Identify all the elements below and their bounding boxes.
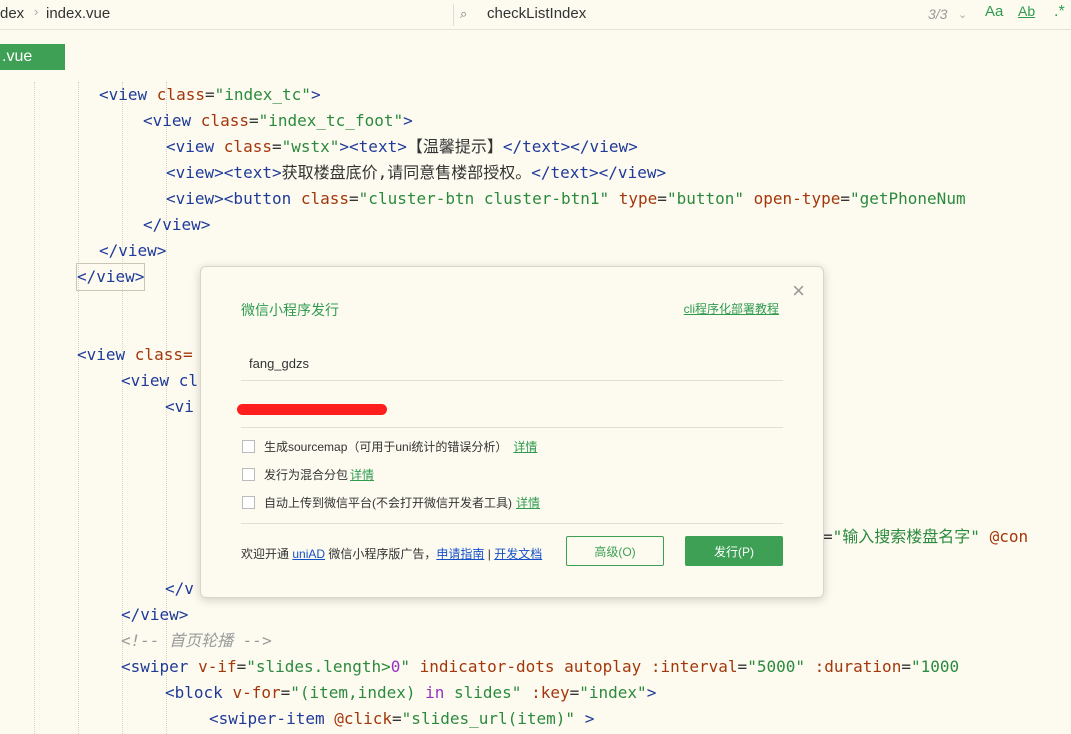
breadcrumb-file[interactable]: index.vue (46, 5, 110, 22)
match-case-icon[interactable]: Aa (985, 3, 1003, 20)
publish-button[interactable]: 发行(P) (685, 536, 783, 566)
code-line: ="输入搜索楼盘名字" @con (823, 527, 1029, 546)
code-line: <swiper v-if="slides.length>0" indicator… (121, 657, 960, 676)
code-line: </view> (143, 215, 211, 234)
indent-guide (34, 82, 35, 734)
option-mixed-subpackage[interactable]: 发行为混合分包 详情 (242, 467, 374, 483)
code-line: <!-- 首页轮播 --> (121, 631, 272, 650)
code-line: <view class="wstx"><text>【温馨提示】</text></… (166, 137, 638, 156)
chevron-down-icon[interactable]: ⌄ (958, 8, 967, 21)
code-line: <vi (165, 397, 194, 416)
code-line: <block v-for="(item,index) in slides" :k… (165, 683, 657, 702)
chevron-right-icon: › (34, 4, 39, 19)
breadcrumb-symbol[interactable]: checkListIndex (487, 5, 586, 22)
option-label: 自动上传到微信平台(不会打开微信开发者工具) (264, 496, 512, 510)
uniad-link[interactable]: uniAD (292, 547, 325, 561)
code-line: <swiper-item @click="slides_url(item)" > (209, 709, 595, 728)
appid-field[interactable]: fang_gdzs (241, 347, 783, 381)
code-line: <view class="index_tc_foot"> (143, 111, 413, 130)
code-line: </v (165, 579, 194, 598)
match-word-icon[interactable]: Ab (1018, 3, 1035, 19)
code-line: <view class= (77, 345, 193, 364)
code-line: </view> (121, 605, 189, 624)
footer-notice: 欢迎开通 uniAD 微信小程序版广告，申请指南 | 开发文档 (241, 545, 542, 562)
redaction-mark (237, 404, 387, 415)
option-label: 发行为混合分包 (264, 468, 349, 482)
close-icon[interactable]: × (792, 280, 805, 302)
search-match-count: 3/3 (928, 6, 948, 22)
code-line: </view> (99, 241, 167, 260)
checkbox[interactable] (242, 440, 255, 453)
option-sourcemap[interactable]: 生成sourcemap（可用于uni统计的错误分析） 详情 (242, 439, 537, 455)
footer-text: 微信小程序版广告， (325, 547, 437, 561)
checkbox[interactable] (242, 496, 255, 509)
code-line: </view> (75, 263, 146, 291)
details-link[interactable]: 详情 (350, 468, 374, 482)
advanced-button[interactable]: 高级(O) (566, 536, 664, 566)
cli-deploy-tutorial-link[interactable]: cli程序化部署教程 (684, 300, 779, 317)
apply-guide-link[interactable]: 申请指南 (436, 547, 484, 561)
checkbox[interactable] (242, 468, 255, 481)
dialog-title: 微信小程序发行 (241, 302, 339, 318)
publish-dialog: 微信小程序发行 cli程序化部署教程 × fang_gdzs 生成sourcem… (200, 266, 824, 598)
option-auto-upload[interactable]: 自动上传到微信平台(不会打开微信开发者工具) 详情 (242, 495, 540, 511)
code-line: <view cl (121, 371, 199, 390)
code-line: <view class="index_tc"> (99, 85, 321, 104)
code-line: <view><text>获取楼盘底价,请同意售楼部授权。</text></vie… (166, 163, 667, 182)
indent-guide (78, 82, 79, 734)
file-tab[interactable]: .vue (0, 44, 65, 70)
dev-docs-link[interactable]: 开发文档 (494, 547, 542, 561)
regex-icon[interactable]: .* (1054, 3, 1065, 21)
details-link[interactable]: 详情 (516, 496, 540, 510)
option-label: 生成sourcemap（可用于uni统计的错误分析） (264, 440, 508, 454)
breadcrumb-bar: dex › index.vue ⌕ checkListIndex 3/3 ⌄ A… (0, 0, 1071, 30)
code-line: <view><button class="cluster-btn cluster… (166, 189, 966, 208)
footer-separator: | (484, 547, 495, 561)
divider (453, 4, 454, 26)
footer-text: 欢迎开通 (241, 547, 293, 561)
divider (241, 523, 783, 524)
breadcrumb-folder[interactable]: dex (0, 5, 24, 22)
details-link[interactable]: 详情 (513, 440, 537, 454)
symbol-icon: ⌕ (460, 6, 468, 21)
